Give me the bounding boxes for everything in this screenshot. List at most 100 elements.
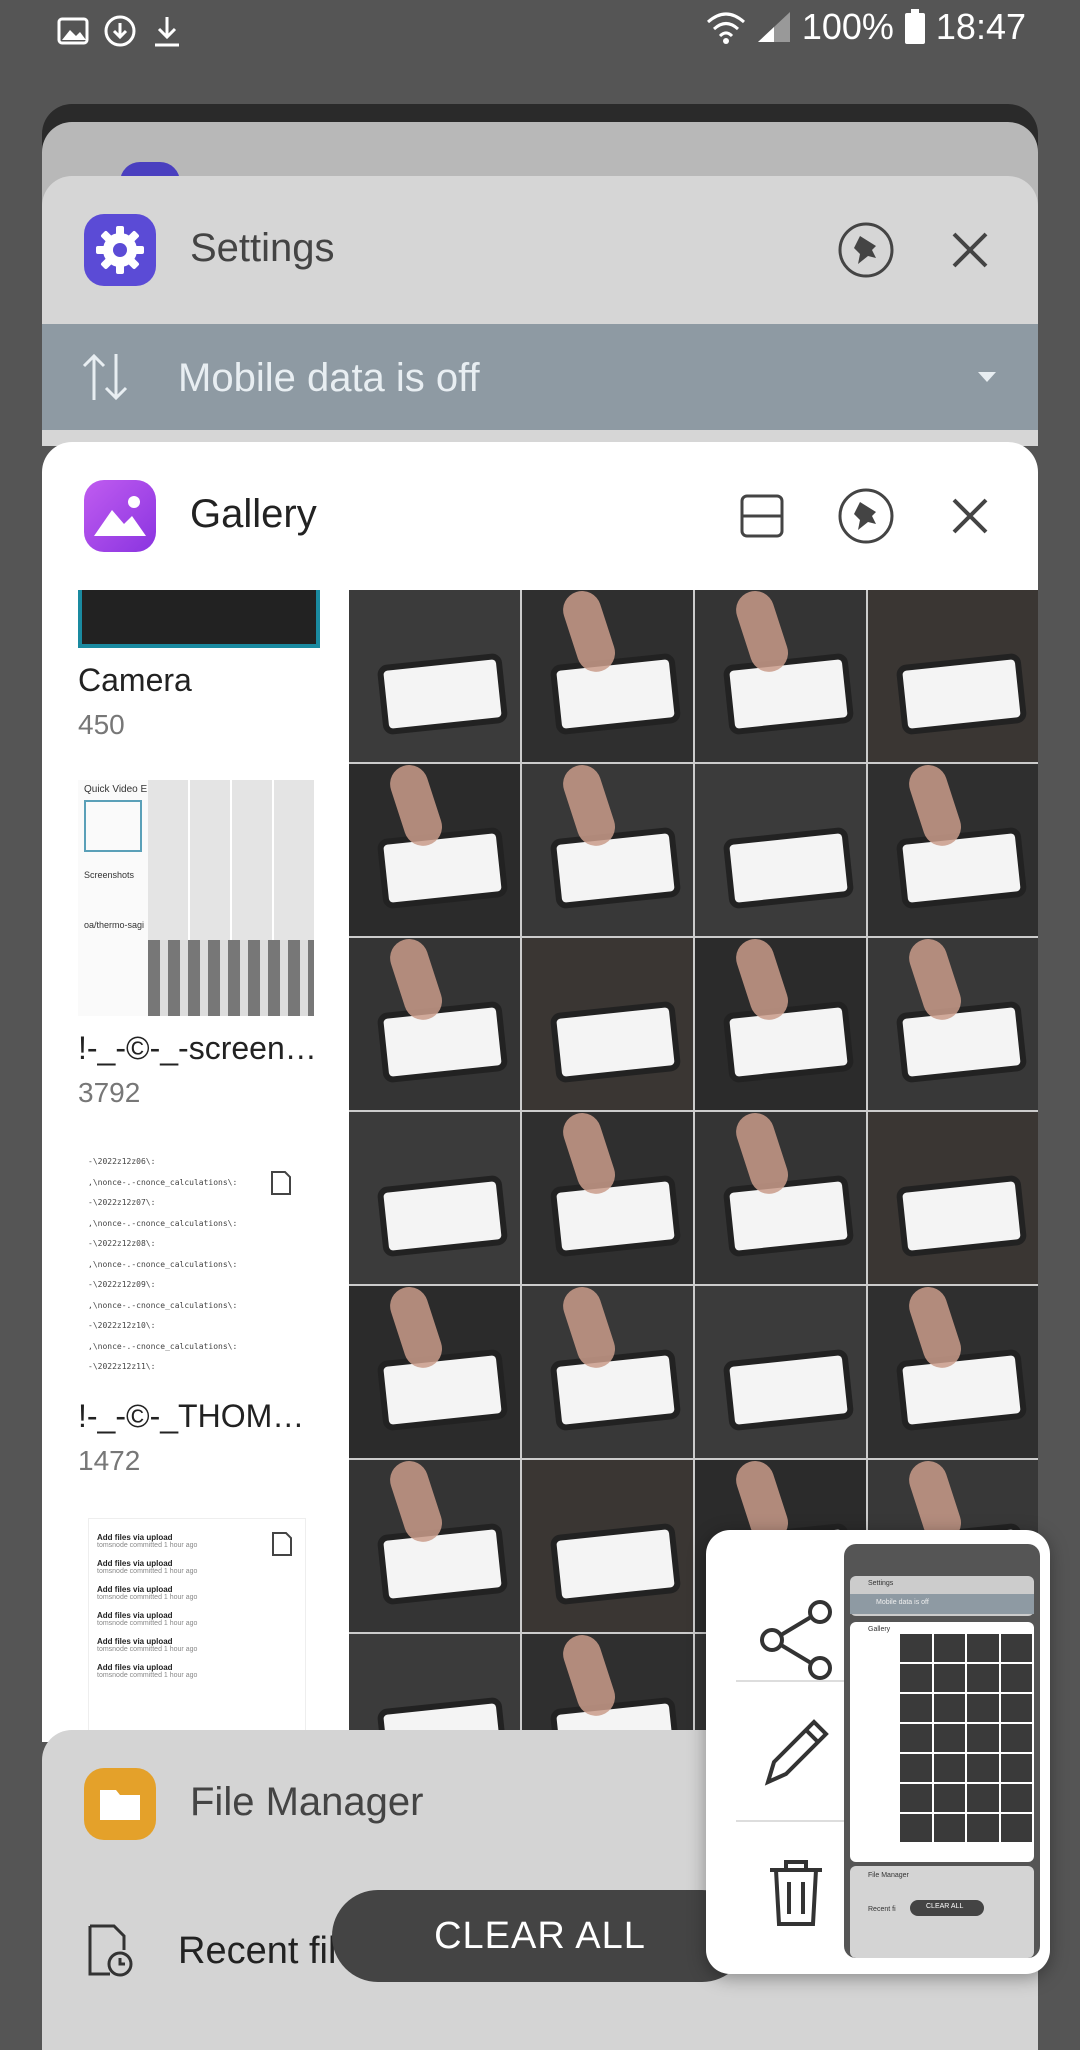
- photo-thumbnail[interactable]: [868, 938, 1038, 1110]
- album-camera[interactable]: Camera 450: [78, 662, 314, 741]
- close-icon[interactable]: [940, 486, 1000, 546]
- photo-content: [376, 1348, 508, 1432]
- thom-album-thumbnail[interactable]: -\2022z12z06\: ,\nonce-.-cnonce_calculati…: [78, 1150, 314, 1386]
- photo-content: [722, 1174, 854, 1258]
- data-transfer-icon: [82, 353, 128, 401]
- photo-thumbnail[interactable]: [349, 1634, 520, 1742]
- thumb-text-line: Add files via upload: [97, 1533, 173, 1542]
- photo-thumbnail[interactable]: [868, 1286, 1038, 1458]
- photo-thumbnail[interactable]: [522, 590, 693, 762]
- photo-content: [722, 826, 854, 910]
- thumb-text-line: -\2022z12z10\:: [88, 1321, 156, 1330]
- photo-thumbnail[interactable]: [522, 938, 693, 1110]
- photo-content: [549, 652, 681, 736]
- thumb-text-line: ,\nonce-.-cnonce_calculations\:: [88, 1218, 238, 1228]
- status-bar: 100% 18:47: [0, 0, 1080, 66]
- album-name: !-_-©-_-screen…: [78, 1030, 314, 1066]
- thumb-label: oa/thermo-sagi: [84, 920, 145, 930]
- gallery-card-header: Gallery: [42, 442, 1038, 590]
- settings-card[interactable]: Settings Mobile data is off: [42, 176, 1038, 446]
- divider: [736, 1680, 856, 1682]
- thumb-text-line: -\2022z12z08\:: [88, 1239, 156, 1248]
- photo-content: [549, 1000, 681, 1084]
- thumb-text-line: tomsnode committed 1 hour ago: [97, 1568, 198, 1575]
- photo-thumbnail[interactable]: [695, 1112, 866, 1284]
- photo-content: [895, 1000, 1027, 1084]
- photo-content: [549, 1522, 681, 1606]
- wifi-icon: [706, 12, 745, 44]
- folder-icon: [100, 1790, 140, 1820]
- mini-label: Gallery: [868, 1626, 891, 1633]
- edit-icon[interactable]: [746, 1702, 846, 1802]
- image-icon: [57, 17, 89, 45]
- photo-thumbnail[interactable]: [695, 1286, 866, 1458]
- photo-thumbnail[interactable]: [522, 1460, 693, 1632]
- battery-percent: 100%: [801, 6, 894, 47]
- album-thom[interactable]: !-_-©-_THOM… 1472: [78, 1398, 314, 1477]
- thumb-text-line: -\2022z12z11\:: [88, 1362, 156, 1371]
- photo-thumbnail[interactable]: [522, 764, 693, 936]
- thumb-text-line: tomsnode committed 1 hour ago: [97, 1620, 198, 1627]
- thumb-text-line: tomsnode committed 1 hour ago: [97, 1594, 198, 1601]
- photo-thumbnail[interactable]: [349, 590, 520, 762]
- photo-content: [895, 1348, 1027, 1432]
- thumb-text-line: Add files via upload: [97, 1559, 173, 1568]
- split-screen-icon[interactable]: [732, 486, 792, 546]
- uploads-album-thumbnail[interactable]: Add files via upload tomsnode committed 1…: [88, 1518, 306, 1742]
- screenshots-album-thumbnail[interactable]: Quick Video E… Screenshots oa/thermo-sag…: [78, 780, 314, 1016]
- sd-card-icon: [272, 1532, 292, 1556]
- photo-content: [549, 1174, 681, 1258]
- camera-album-thumbnail[interactable]: [78, 590, 320, 648]
- photo-thumbnail[interactable]: [349, 764, 520, 936]
- battery-icon: [904, 9, 925, 44]
- photo-thumbnail[interactable]: [522, 1112, 693, 1284]
- thumb-text-line: Add files via upload: [97, 1637, 173, 1646]
- thumb-text-line: Add files via upload: [97, 1585, 173, 1594]
- photo-thumbnail[interactable]: [522, 1286, 693, 1458]
- mobile-data-notification[interactable]: Mobile data is off: [42, 324, 1038, 430]
- album-count: 1472: [78, 1445, 141, 1476]
- gear-icon: [96, 226, 144, 274]
- photo-thumbnail[interactable]: [522, 1634, 693, 1742]
- download-icon: [155, 17, 179, 47]
- photo-thumbnail[interactable]: [868, 590, 1038, 762]
- file-manager-app-icon: [84, 1768, 156, 1840]
- photo-content: [376, 1522, 508, 1606]
- mini-settings-card: Settings Mobile data is off: [850, 1576, 1034, 1616]
- photo-content: [895, 1174, 1027, 1258]
- photo-content: [549, 826, 681, 910]
- photo-thumbnail[interactable]: [349, 1286, 520, 1458]
- close-icon[interactable]: [940, 220, 1000, 280]
- photo-content: [376, 1174, 508, 1258]
- photo-thumbnail[interactable]: [868, 764, 1038, 936]
- photo-thumbnail[interactable]: [349, 938, 520, 1110]
- mini-file-manager-card: File Manager Recent fi CLEAR ALL: [850, 1866, 1034, 1958]
- clock: 18:47: [935, 6, 1026, 47]
- delete-icon[interactable]: [746, 1842, 846, 1942]
- photo-thumbnail[interactable]: [868, 1112, 1038, 1284]
- album-list: Camera 450 Quick Video E… Screenshots oa…: [42, 590, 348, 1742]
- gallery-app-icon: [84, 480, 156, 552]
- chevron-down-icon[interactable]: [976, 370, 998, 384]
- photo-thumbnail[interactable]: [695, 938, 866, 1110]
- album-count: 450: [78, 709, 125, 740]
- photo-thumbnail[interactable]: [349, 1112, 520, 1284]
- share-icon[interactable]: [746, 1590, 846, 1690]
- screenshot-thumbnail[interactable]: Settings Mobile data is off Gallery File…: [844, 1544, 1040, 1958]
- file-manager-title: File Manager: [190, 1780, 424, 1824]
- thumb-text-line: -\2022z12z07\:: [88, 1198, 156, 1207]
- photo-thumbnail[interactable]: [349, 1460, 520, 1632]
- thumb-text-line: Add files via upload: [97, 1611, 173, 1620]
- thumb-text-line: tomsnode committed 1 hour ago: [97, 1542, 198, 1549]
- mini-label: File Manager: [868, 1872, 909, 1879]
- clear-all-button[interactable]: CLEAR ALL: [332, 1890, 748, 1982]
- sd-card-icon: [271, 1171, 291, 1195]
- pin-icon[interactable]: [836, 486, 896, 546]
- photo-thumbnail[interactable]: [695, 764, 866, 936]
- photo-thumbnail[interactable]: [695, 590, 866, 762]
- mini-label: Mobile data is off: [876, 1599, 929, 1606]
- settings-app-icon: [84, 214, 156, 286]
- pin-icon[interactable]: [836, 220, 896, 280]
- settings-card-header: Settings: [42, 176, 1038, 324]
- album-screenshots[interactable]: !-_-©-_-screen… 3792: [78, 1030, 314, 1109]
